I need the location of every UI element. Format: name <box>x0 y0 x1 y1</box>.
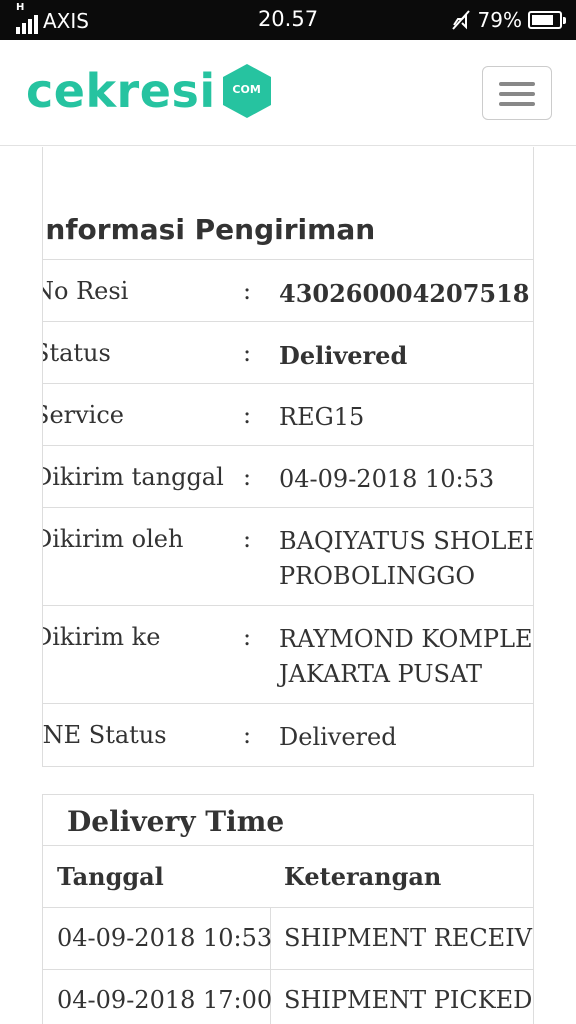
info-row-service: Service : REG15 <box>42 383 533 445</box>
info-label: Service <box>42 401 124 429</box>
battery-icon <box>528 11 566 29</box>
panel-title: Informasi Pengiriman <box>42 213 376 246</box>
logo-text: cekresi <box>26 64 216 118</box>
info-value: Delivered <box>279 341 408 370</box>
info-colon: : <box>243 721 252 749</box>
battery-percent: 79% <box>477 8 522 32</box>
info-row-resi: No Resi : 430260004207518 <box>42 259 533 321</box>
info-row-jne-status: JNE Status : Delivered <box>42 703 533 765</box>
info-row-status: Status : Delivered <box>43 321 533 383</box>
info-label: Dikirim ke <box>42 623 161 651</box>
delivery-date: 04-09-2018 10:53 <box>57 924 273 952</box>
site-navbar: cekresi COM <box>0 40 576 146</box>
menu-icon-bar <box>499 102 535 106</box>
column-header-description: Keterangan <box>284 862 442 891</box>
info-value: Delivered <box>279 723 397 751</box>
delivery-description: SHIPMENT PICKED UP <box>284 986 533 1014</box>
info-colon: : <box>243 339 252 367</box>
info-value-line: RAYMOND KOMPLEK <box>279 625 534 653</box>
info-value: 430260004207518 <box>279 279 530 308</box>
mute-icon <box>451 10 470 30</box>
table-header-row: Tanggal Keterangan <box>43 845 533 907</box>
menu-toggle-button[interactable] <box>482 66 552 120</box>
info-value-line: BAQIYATUS SHOLEHAH <box>279 527 533 555</box>
info-colon: : <box>243 277 252 305</box>
info-label: Dikirim oleh <box>42 525 184 553</box>
delivery-time-panel: Delivery Time Tanggal Keterangan 04-09-2… <box>42 794 534 1024</box>
site-logo[interactable]: cekresi COM <box>26 62 274 120</box>
shipping-info-table: No Resi : 430260004207518 Status : Deliv… <box>42 259 534 765</box>
logo-badge-text: COM <box>232 83 261 96</box>
info-value: 04-09-2018 10:53 <box>279 465 495 493</box>
logo-hexagon-icon: COM <box>220 62 274 120</box>
info-colon: : <box>243 623 252 651</box>
menu-icon-bar <box>499 92 535 96</box>
panel-title: Delivery Time <box>67 805 285 838</box>
column-header-date: Tanggal <box>57 862 164 891</box>
delivery-time-table: Tanggal Keterangan 04-09-2018 10:53 SHIP… <box>43 845 533 1024</box>
info-label: JNE Status <box>42 721 167 749</box>
info-row-date: Dikirim tanggal : 04-09-2018 10:53 <box>42 445 533 507</box>
menu-icon-bar <box>499 82 535 86</box>
info-row-recipient: Dikirim ke : RAYMOND KOMPLEK JAKARTA PUS… <box>42 605 534 703</box>
info-label: Status <box>43 339 111 367</box>
info-colon: : <box>243 463 252 491</box>
info-row-sender: Dikirim oleh : BAQIYATUS SHOLEHAH PROBOL… <box>42 507 533 605</box>
info-value-line: PROBOLINGGO <box>279 562 476 590</box>
info-colon: : <box>243 525 252 553</box>
delivery-date: 04-09-2018 17:00 <box>57 986 273 1014</box>
shipping-info-panel: Informasi Pengiriman No Resi : 430260004… <box>42 147 534 767</box>
table-row: 04-09-2018 17:00 SHIPMENT PICKED UP <box>43 969 533 1024</box>
info-label: No Resi <box>42 277 129 305</box>
info-colon: : <box>243 401 252 429</box>
status-bar: H AXIS 20.57 79% <box>0 0 576 40</box>
info-label: Dikirim tanggal <box>42 463 224 491</box>
table-row: 04-09-2018 10:53 SHIPMENT RECEIVED <box>43 907 533 969</box>
info-value: REG15 <box>279 403 365 431</box>
info-value-line: JAKARTA PUSAT <box>279 660 482 688</box>
status-right: 79% <box>450 8 566 32</box>
info-value: RAYMOND KOMPLEK JAKARTA PUSAT <box>279 622 534 692</box>
info-value: BAQIYATUS SHOLEHAH PROBOLINGGO <box>279 524 533 594</box>
delivery-description: SHIPMENT RECEIVED <box>284 924 533 952</box>
